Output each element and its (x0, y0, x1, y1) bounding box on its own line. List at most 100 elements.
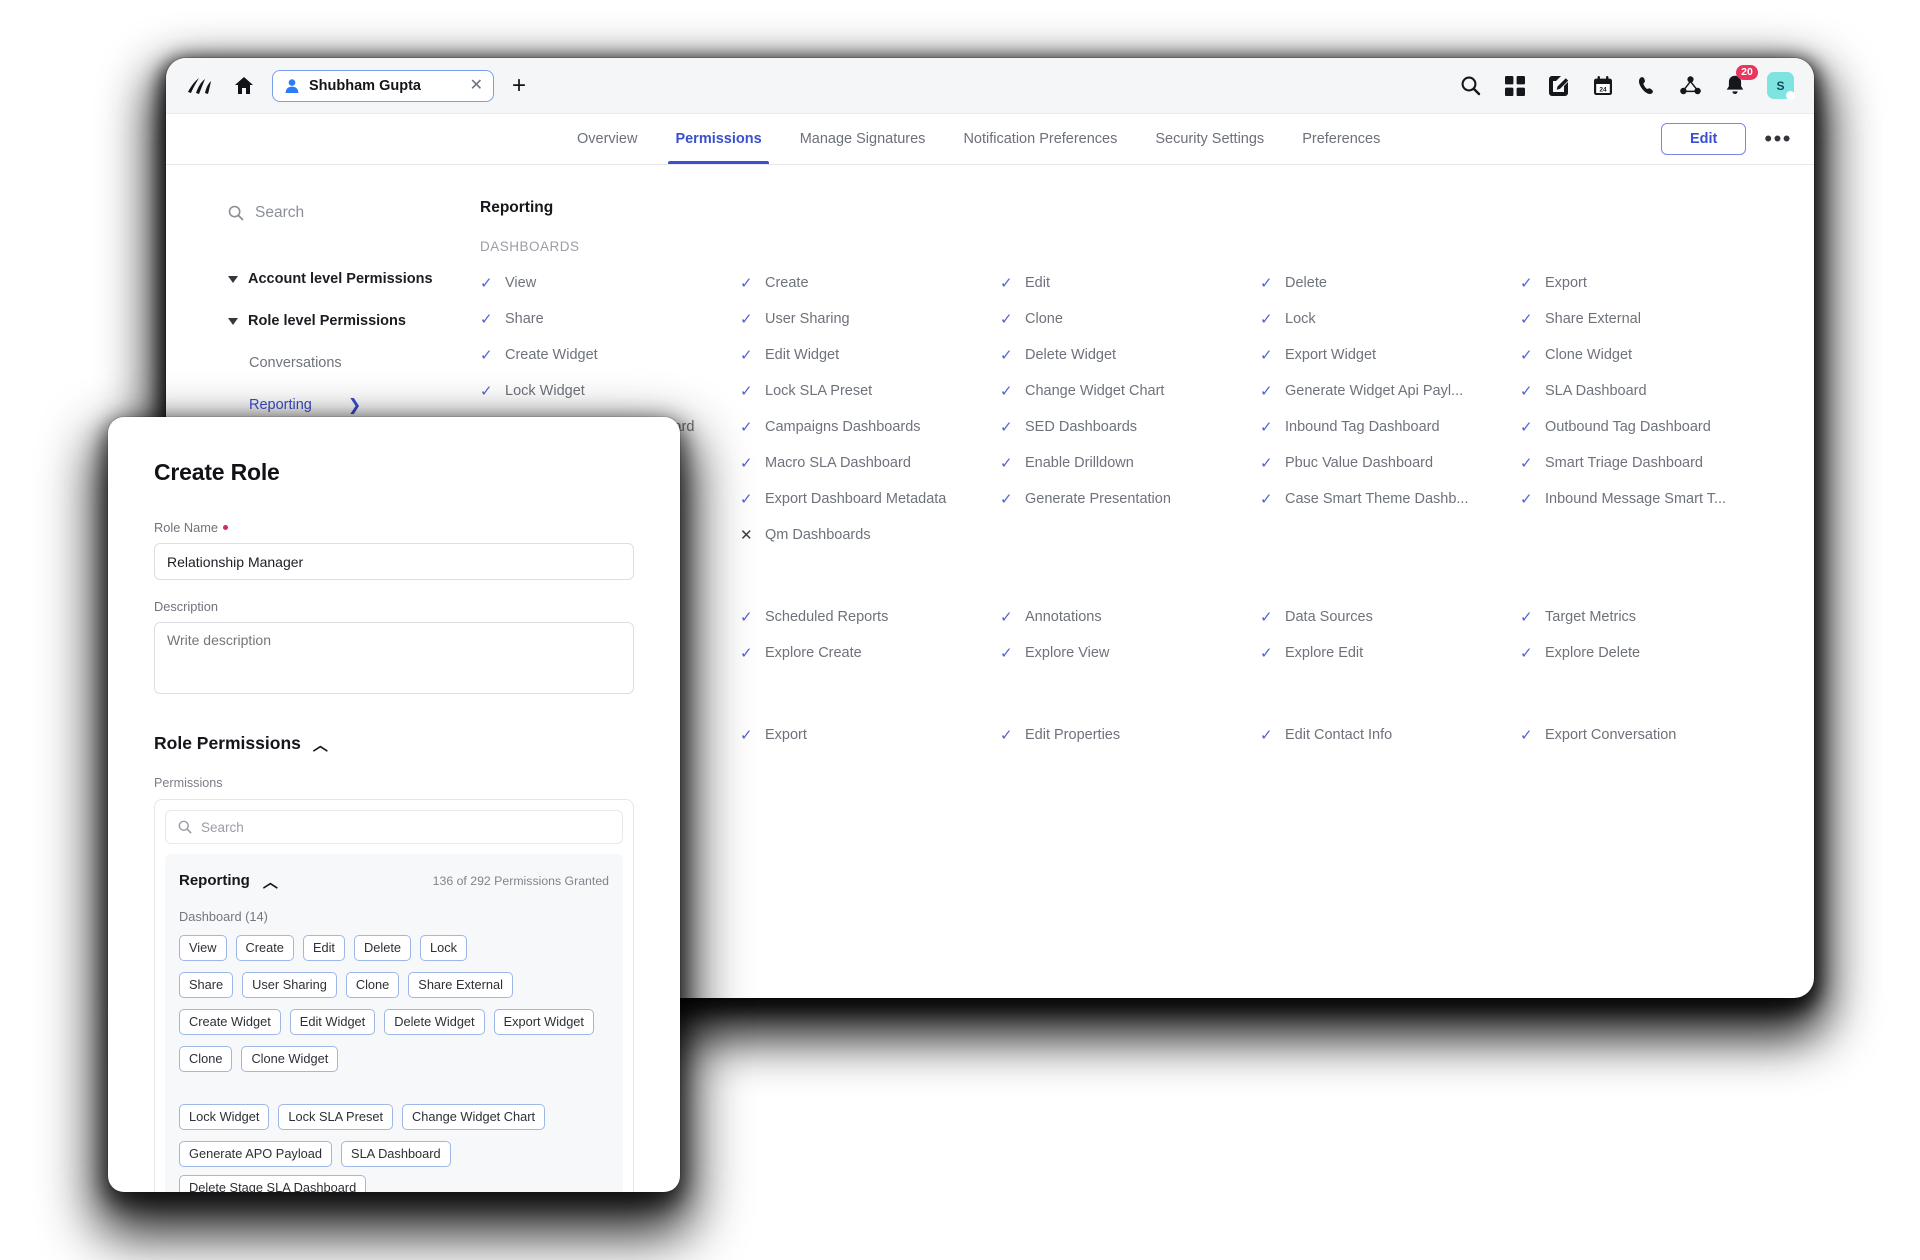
permissions-group-header[interactable]: Reporting ︿ 136 of 292 Permissions Grant… (179, 870, 609, 891)
role-permissions-header[interactable]: Role Permissions ︿ (154, 733, 634, 754)
permission-chip[interactable]: Create (235, 935, 294, 962)
permission-chip[interactable]: Delete (354, 935, 411, 962)
permission-item[interactable]: ✓ Smart Triage Dashboard (1520, 455, 1774, 471)
permission-item[interactable]: ✓ Case Smart Theme Dashb... (1260, 491, 1514, 507)
permission-item[interactable]: ✓ Delete (1260, 275, 1514, 291)
team-icon[interactable] (1679, 74, 1702, 97)
permission-item[interactable]: ✓ User Sharing (740, 311, 994, 327)
permission-item[interactable]: ✓ Lock (1260, 311, 1514, 327)
browser-tab[interactable]: Shubham Gupta ✕ (272, 69, 494, 102)
description-textarea[interactable] (154, 622, 634, 694)
sidebar-item-reporting[interactable]: Reporting ❯ (228, 395, 426, 415)
permission-item[interactable]: ✓ Clone Widget (1520, 347, 1774, 363)
permission-item[interactable]: ✓ Export Conversation (1520, 727, 1774, 743)
permission-chip[interactable]: Share External (408, 972, 513, 999)
permission-item[interactable]: ✓ Explore View (1000, 645, 1254, 661)
permission-item[interactable]: ✓ Lock Widget (480, 383, 734, 399)
permission-item[interactable]: ✓ Enable Drilldown (1000, 455, 1254, 471)
permission-item[interactable]: ✓ Scheduled Reports (740, 609, 994, 625)
sidebar-item-conversations[interactable]: Conversations (228, 355, 426, 371)
permission-item[interactable]: ✓ Change Widget Chart (1000, 383, 1254, 399)
permission-chip[interactable]: Clone Widget (241, 1046, 339, 1073)
apps-grid-icon[interactable] (1503, 74, 1526, 97)
permission-item[interactable]: ✓ Explore Delete (1520, 645, 1774, 661)
permission-chip[interactable]: User Sharing (242, 972, 337, 999)
new-tab-button[interactable]: + (508, 73, 530, 98)
search-icon[interactable] (1459, 74, 1482, 97)
more-options-icon[interactable]: ••• (1746, 128, 1792, 150)
permission-item[interactable]: ✓ Delete Widget (1000, 347, 1254, 363)
tab-permissions[interactable]: Permissions (656, 114, 780, 164)
check-icon: ✓ (1260, 726, 1273, 744)
permission-item[interactable]: ✓ Clone (1000, 311, 1254, 327)
permission-item[interactable]: ✓ Share External (1520, 311, 1774, 327)
permission-chip[interactable]: Generate APO Payload (179, 1141, 333, 1168)
permission-item[interactable]: ✓ Inbound Tag Dashboard (1260, 419, 1514, 435)
permission-item[interactable]: ✓ Edit (1000, 275, 1254, 291)
permission-chip[interactable]: Export Widget (493, 1009, 594, 1036)
tab-preferences[interactable]: Preferences (1283, 114, 1399, 164)
tab-overview[interactable]: Overview (558, 114, 656, 164)
permission-item[interactable]: ✓ Explore Create (740, 645, 994, 661)
permission-item[interactable]: ✓ Generate Presentation (1000, 491, 1254, 507)
permissions-search-input[interactable]: Search (165, 810, 623, 844)
permission-item[interactable]: ✓ Generate Widget Api Payl... (1260, 383, 1514, 399)
permission-item[interactable]: ✓ Edit Properties (1000, 727, 1254, 743)
permission-item[interactable]: ✓ Macro SLA Dashboard (740, 455, 994, 471)
permission-chip[interactable]: Lock SLA Preset (278, 1104, 394, 1131)
permission-chip[interactable]: Clone (345, 972, 400, 999)
tab-manage-signatures[interactable]: Manage Signatures (781, 114, 945, 164)
permission-item[interactable]: ✓ Lock SLA Preset (740, 383, 994, 399)
permission-chip[interactable]: Lock Widget (179, 1104, 270, 1131)
permission-item[interactable]: ✓ Annotations (1000, 609, 1254, 625)
permission-item[interactable]: ✓ Edit Contact Info (1260, 727, 1514, 743)
avatar[interactable]: S (1767, 72, 1795, 100)
permission-chip[interactable]: Create Widget (179, 1009, 281, 1036)
tab-security-settings[interactable]: Security Settings (1136, 114, 1283, 164)
permission-item[interactable]: ✓ Campaigns Dashboards (740, 419, 994, 435)
permission-item[interactable]: ✓ Create (740, 275, 994, 291)
permission-item[interactable]: ✓ Inbound Message Smart T... (1520, 491, 1774, 507)
compose-icon[interactable] (1547, 74, 1570, 97)
tree-role-level-permissions[interactable]: Role level Permissions (228, 313, 426, 329)
permission-item[interactable]: ✓ SLA Dashboard (1520, 383, 1774, 399)
sprinklr-leaf-logo-icon[interactable] (182, 71, 216, 101)
calendar-icon[interactable]: 24 (1591, 74, 1614, 97)
permission-item[interactable]: ✓ Share (480, 311, 734, 327)
permission-chip[interactable]: Share (179, 972, 234, 999)
permission-chip[interactable]: Change Widget Chart (402, 1104, 546, 1131)
permission-item[interactable]: ✓ Target Metrics (1520, 609, 1774, 625)
chevron-up-icon[interactable]: ︿ (263, 871, 278, 892)
permission-item[interactable]: ✓ Export Widget (1260, 347, 1514, 363)
permission-item[interactable]: ✓ View (480, 275, 734, 291)
bell-icon[interactable]: 20 (1723, 65, 1758, 97)
phone-icon[interactable] (1635, 74, 1658, 97)
permission-chip[interactable]: Lock (420, 935, 468, 962)
permission-chip[interactable]: Edit Widget (289, 1009, 376, 1036)
sidebar-search-input[interactable]: Search (228, 199, 426, 227)
permission-item[interactable]: ✓ Create Widget (480, 347, 734, 363)
edit-button[interactable]: Edit (1661, 123, 1747, 155)
permission-item[interactable]: ✕ Qm Dashboards (740, 527, 994, 543)
permission-chip[interactable]: Delete Stage SLA Dashboard (179, 1175, 367, 1192)
tab-notification-preferences[interactable]: Notification Preferences (944, 114, 1136, 164)
permission-item[interactable]: ✓ Edit Widget (740, 347, 994, 363)
tree-account-level-permissions[interactable]: Account level Permissions (228, 271, 433, 287)
permission-item[interactable]: ✓ Explore Edit (1260, 645, 1514, 661)
permission-chip[interactable]: Edit (302, 935, 345, 962)
permission-item[interactable]: ✓ Export Dashboard Metadata (740, 491, 994, 507)
permission-item[interactable]: ✓ Export (1520, 275, 1774, 291)
role-name-input[interactable] (154, 543, 634, 580)
permission-item[interactable]: ✓ Export (740, 727, 994, 743)
permission-item[interactable]: ✓ SED Dashboards (1000, 419, 1254, 435)
permission-chip[interactable]: Delete Widget (384, 1009, 485, 1036)
permission-item[interactable]: ✓ Data Sources (1260, 609, 1514, 625)
chevron-up-icon[interactable]: ︿ (313, 734, 328, 755)
permission-chip[interactable]: View (179, 935, 227, 962)
permission-chip[interactable]: SLA Dashboard (341, 1141, 451, 1168)
home-icon[interactable] (230, 72, 258, 100)
permission-chip[interactable]: Clone (179, 1046, 233, 1073)
permission-item[interactable]: ✓ Pbuc Value Dashboard (1260, 455, 1514, 471)
close-icon[interactable]: ✕ (468, 77, 485, 94)
permission-item[interactable]: ✓ Outbound Tag Dashboard (1520, 419, 1774, 435)
